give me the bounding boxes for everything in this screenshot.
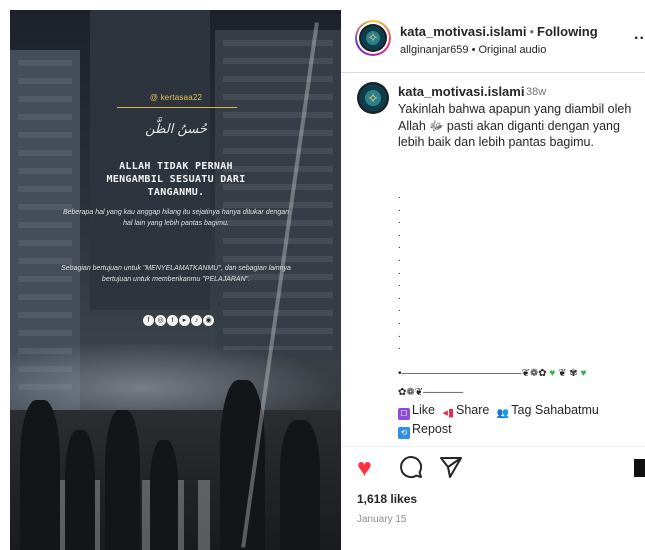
separator-dot: • bbox=[529, 24, 535, 39]
cta-like: Like bbox=[412, 403, 435, 417]
post-media[interactable]: @ kertasaa22 حُسنُ الظَّن ALLAH TIDAK PE… bbox=[10, 10, 341, 550]
post-side-panel: kata_motivasi.islami•Following allginanj… bbox=[341, 0, 645, 550]
arabic-calligraphy: حُسنُ الظَّن bbox=[145, 122, 207, 137]
caption-ornament: •————————————❦❁✿ ♥ ❦ ✾ ♥ bbox=[398, 368, 587, 379]
quote-headline: ALLAH TIDAK PERNAH MENGAMBIL SESUATU DAR… bbox=[106, 161, 246, 198]
like-emoji-icon: ☐ bbox=[398, 408, 410, 420]
post-date[interactable]: January 15 bbox=[357, 514, 406, 525]
people-emoji-icon: 👥 bbox=[496, 408, 510, 419]
avatar[interactable] bbox=[359, 24, 387, 52]
watermark-handle: @ kertasaa22 bbox=[149, 93, 203, 102]
caption-ornament: ✿❁❦———— bbox=[398, 387, 464, 398]
following-button[interactable]: Following bbox=[537, 24, 598, 39]
crowd-silhouettes bbox=[10, 350, 341, 550]
youtube-icon: ▸ bbox=[179, 315, 190, 326]
quote-paragraph: Sebagian bertujuan untuk "MENYELAMATKANM… bbox=[61, 265, 291, 283]
bookmark-icon[interactable] bbox=[634, 459, 645, 477]
cta-repost: Repost bbox=[412, 422, 452, 436]
caption-cta-row: ☐ Like ◂▮ Share 👥 Tag Sahabatmu bbox=[398, 403, 599, 420]
web-icon: ◉ bbox=[203, 315, 214, 326]
share-send-icon[interactable] bbox=[439, 456, 463, 478]
cta-tag: Tag Sahabatmu bbox=[511, 403, 599, 417]
divider bbox=[341, 446, 645, 447]
more-options-button[interactable]: ... bbox=[634, 26, 645, 44]
likes-count[interactable]: 1,618 likes bbox=[357, 492, 417, 506]
like-heart-icon[interactable]: ♥ bbox=[357, 455, 372, 481]
post-header-user: kata_motivasi.islami • Following bbox=[400, 24, 598, 39]
cta-share: Share bbox=[456, 403, 490, 417]
share-emoji-icon: ◂▮ bbox=[442, 407, 454, 419]
audio-user-link[interactable]: allginanjar659 bbox=[400, 44, 469, 56]
social-icons-row: f ◎ t ▸ ♪ ◉ bbox=[143, 315, 214, 326]
caption-avatar[interactable] bbox=[357, 82, 389, 114]
facebook-icon: f bbox=[143, 315, 154, 326]
green-heart-icon: ♥ bbox=[580, 368, 587, 379]
caption-timestamp[interactable]: 38w bbox=[526, 86, 546, 98]
caption-dot-spacers: ...... ....... bbox=[398, 190, 401, 353]
caption-text: Yakinlah bahwa apapun yang diambil oleh … bbox=[398, 102, 632, 149]
quote-paragraph: Beberapa hal yang kau anggap hilang itu … bbox=[62, 209, 290, 227]
story-ring[interactable] bbox=[355, 20, 391, 56]
instagram-icon: ◎ bbox=[155, 315, 166, 326]
handle-underline bbox=[117, 107, 237, 108]
twitter-icon: t bbox=[167, 315, 178, 326]
tiktok-icon: ♪ bbox=[191, 315, 202, 326]
audio-line: allginanjar659 • Original audio bbox=[400, 44, 546, 56]
comment-icon[interactable] bbox=[399, 455, 423, 479]
repost-emoji-icon: ⟲ bbox=[398, 427, 410, 439]
divider bbox=[341, 72, 645, 73]
username-link[interactable]: kata_motivasi.islami bbox=[400, 24, 526, 39]
caption-username[interactable]: kata_motivasi.islami bbox=[398, 84, 524, 99]
green-heart-icon: ♥ bbox=[549, 368, 556, 379]
separator-dot: • bbox=[471, 44, 476, 56]
caption-cta-row: ⟲ Repost bbox=[398, 422, 452, 439]
original-audio-link[interactable]: Original audio bbox=[478, 44, 546, 56]
